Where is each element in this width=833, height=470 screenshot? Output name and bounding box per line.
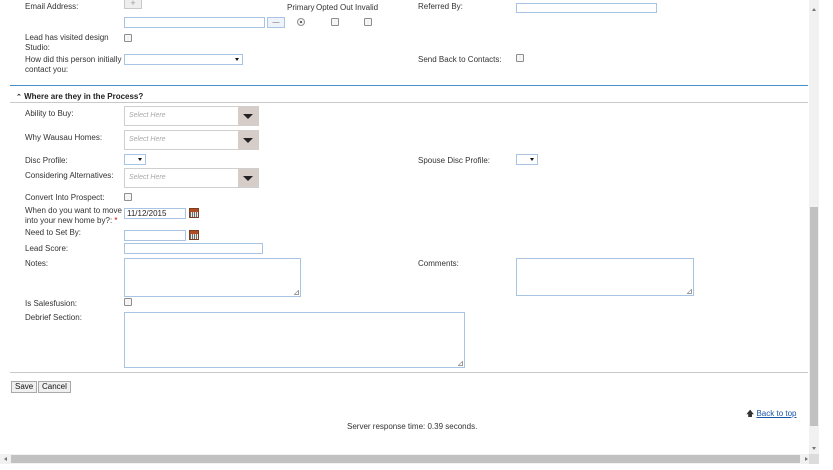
comments-label: Comments: <box>418 259 459 268</box>
notes-label: Notes: <box>25 259 49 268</box>
disc-profile-label: Disc Profile: <box>25 156 68 165</box>
remove-email-button[interactable]: — <box>267 17 285 28</box>
salesfusion-label: Is Salesfusion: <box>25 299 78 308</box>
scroll-up-icon[interactable] <box>812 8 816 11</box>
ability-to-buy-combo[interactable]: Select Here <box>124 106 259 126</box>
spouse-disc-label: Spouse Disc Profile: <box>418 156 491 165</box>
debrief-section-label: Debrief Section: <box>25 313 82 322</box>
chevron-down-icon <box>138 158 142 161</box>
horizontal-scrollbar[interactable] <box>0 454 819 464</box>
initial-contact-select[interactable] <box>124 54 243 65</box>
need-to-set-input[interactable] <box>124 230 186 241</box>
email-primary-radio[interactable] <box>297 18 305 26</box>
send-back-checkbox[interactable] <box>516 54 524 62</box>
chevron-down-icon <box>235 58 239 61</box>
email-address-input[interactable] <box>124 17 265 28</box>
salesfusion-checkbox[interactable] <box>124 298 132 306</box>
disc-profile-select[interactable] <box>124 154 146 165</box>
convert-prospect-checkbox[interactable] <box>124 193 132 201</box>
notes-textarea[interactable] <box>124 258 301 297</box>
debrief-textarea[interactable] <box>124 312 465 368</box>
required-indicator: * <box>114 216 118 225</box>
cancel-button[interactable]: Cancel <box>38 381 71 393</box>
calendar-icon[interactable] <box>189 230 199 240</box>
dropdown-arrow-icon[interactable] <box>238 169 258 187</box>
plus-icon: + <box>130 0 136 8</box>
scroll-left-icon[interactable] <box>4 457 7 461</box>
need-to-set-label: Need to Set By: <box>25 228 82 237</box>
convert-prospect-label: Convert Into Prospect: <box>25 193 105 202</box>
why-wausau-combo[interactable]: Select Here <box>124 130 259 150</box>
email-invalid-checkbox[interactable] <box>364 18 372 26</box>
server-response-text: Server response time: 0.39 seconds. <box>347 422 478 431</box>
lead-score-label: Lead Score: <box>25 244 69 253</box>
dropdown-arrow-icon[interactable] <box>238 107 258 125</box>
back-to-top-link[interactable]: 🡅 Back to top <box>746 408 797 422</box>
lead-score-input[interactable] <box>124 243 263 254</box>
comments-textarea[interactable] <box>516 258 694 296</box>
referred-by-label: Referred By: <box>418 2 463 11</box>
initial-contact-label: How did this person initially contact yo… <box>25 55 122 74</box>
chevron-down-icon <box>530 158 534 161</box>
section-header-process[interactable]: ⌃ Where are they in the Process? <box>16 92 143 101</box>
vertical-scrollbar[interactable] <box>809 0 819 454</box>
collapse-caret-icon: ⌃ <box>16 94 22 101</box>
considering-alternatives-label: Considering Alternatives: <box>25 171 114 180</box>
move-in-date-label: When do you want to move into your new h… <box>25 206 122 225</box>
lead-visited-checkbox[interactable] <box>124 34 132 42</box>
col-primary-label: Primary <box>287 3 315 12</box>
section-divider <box>10 85 808 86</box>
scroll-down-icon[interactable] <box>812 447 816 450</box>
col-opted-out-label: Opted Out <box>316 3 353 12</box>
add-email-button[interactable]: + <box>124 0 142 9</box>
vertical-scroll-thumb[interactable] <box>810 207 818 426</box>
save-button[interactable]: Save <box>11 381 38 393</box>
why-wausau-label: Why Wausau Homes: <box>25 133 103 142</box>
ability-to-buy-label: Ability to Buy: <box>25 109 74 118</box>
referred-by-input[interactable] <box>516 3 657 13</box>
calendar-icon[interactable] <box>189 208 199 218</box>
form-bottom-divider <box>10 372 808 373</box>
section-header-underline <box>10 102 808 103</box>
scroll-right-icon[interactable] <box>805 457 808 461</box>
horizontal-scroll-thumb[interactable] <box>11 455 800 463</box>
email-opted-out-checkbox[interactable] <box>331 18 339 26</box>
email-address-label: Email Address: <box>25 2 79 11</box>
col-invalid-label: Invalid <box>355 3 379 12</box>
move-in-date-input[interactable]: 11/12/2015 <box>124 208 186 219</box>
arrow-up-icon: 🡅 <box>746 409 755 418</box>
minus-icon: — <box>272 19 280 26</box>
considering-alternatives-combo[interactable]: Select Here <box>124 168 259 188</box>
spouse-disc-select[interactable] <box>516 154 538 165</box>
dropdown-arrow-icon[interactable] <box>238 131 258 149</box>
scrollbar-corner <box>809 454 819 464</box>
lead-visited-label: Lead has visited design Studio: <box>25 33 109 52</box>
send-back-label: Send Back to Contacts: <box>418 55 502 64</box>
